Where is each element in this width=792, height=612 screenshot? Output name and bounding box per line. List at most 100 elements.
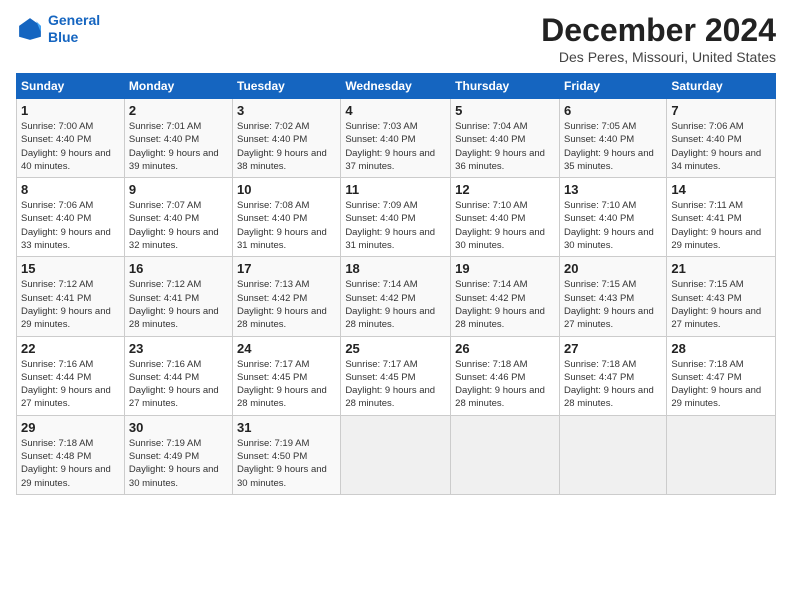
logo-line2: Blue — [48, 29, 78, 45]
logo: General Blue — [16, 12, 100, 46]
week-row-3: 15 Sunrise: 7:12 AMSunset: 4:41 PMDaylig… — [17, 257, 776, 336]
table-row: 11 Sunrise: 7:09 AMSunset: 4:40 PMDaylig… — [341, 178, 451, 257]
day-info: Sunrise: 7:09 AMSunset: 4:40 PMDaylight:… — [345, 200, 435, 251]
day-info: Sunrise: 7:17 AMSunset: 4:45 PMDaylight:… — [237, 359, 327, 410]
table-row: 10 Sunrise: 7:08 AMSunset: 4:40 PMDaylig… — [233, 178, 341, 257]
day-info: Sunrise: 7:15 AMSunset: 4:43 PMDaylight:… — [564, 279, 654, 330]
day-number: 8 — [21, 182, 120, 197]
table-row: 25 Sunrise: 7:17 AMSunset: 4:45 PMDaylig… — [341, 336, 451, 415]
logo-line1: General — [48, 12, 100, 28]
table-row: 23 Sunrise: 7:16 AMSunset: 4:44 PMDaylig… — [124, 336, 232, 415]
table-row: 17 Sunrise: 7:13 AMSunset: 4:42 PMDaylig… — [233, 257, 341, 336]
header: General Blue December 2024 Des Peres, Mi… — [16, 12, 776, 65]
table-row: 1 Sunrise: 7:00 AMSunset: 4:40 PMDayligh… — [17, 99, 125, 178]
day-number: 1 — [21, 103, 120, 118]
day-number: 15 — [21, 261, 120, 276]
day-number: 28 — [671, 341, 771, 356]
day-info: Sunrise: 7:16 AMSunset: 4:44 PMDaylight:… — [129, 359, 219, 410]
day-number: 23 — [129, 341, 228, 356]
col-saturday: Saturday — [667, 74, 776, 99]
day-info: Sunrise: 7:14 AMSunset: 4:42 PMDaylight:… — [455, 279, 545, 330]
day-number: 7 — [671, 103, 771, 118]
week-row-4: 22 Sunrise: 7:16 AMSunset: 4:44 PMDaylig… — [17, 336, 776, 415]
table-row: 4 Sunrise: 7:03 AMSunset: 4:40 PMDayligh… — [341, 99, 451, 178]
logo-icon — [16, 15, 44, 43]
day-info: Sunrise: 7:17 AMSunset: 4:45 PMDaylight:… — [345, 359, 435, 410]
day-number: 2 — [129, 103, 228, 118]
day-number: 27 — [564, 341, 662, 356]
table-row: 31 Sunrise: 7:19 AMSunset: 4:50 PMDaylig… — [233, 415, 341, 494]
table-row: 15 Sunrise: 7:12 AMSunset: 4:41 PMDaylig… — [17, 257, 125, 336]
table-row: 29 Sunrise: 7:18 AMSunset: 4:48 PMDaylig… — [17, 415, 125, 494]
week-row-2: 8 Sunrise: 7:06 AMSunset: 4:40 PMDayligh… — [17, 178, 776, 257]
day-number: 22 — [21, 341, 120, 356]
day-info: Sunrise: 7:19 AMSunset: 4:50 PMDaylight:… — [237, 438, 327, 489]
day-number: 25 — [345, 341, 446, 356]
col-thursday: Thursday — [451, 74, 560, 99]
week-row-5: 29 Sunrise: 7:18 AMSunset: 4:48 PMDaylig… — [17, 415, 776, 494]
subtitle: Des Peres, Missouri, United States — [541, 49, 776, 65]
page: General Blue December 2024 Des Peres, Mi… — [0, 0, 792, 612]
table-row: 13 Sunrise: 7:10 AMSunset: 4:40 PMDaylig… — [559, 178, 666, 257]
day-info: Sunrise: 7:16 AMSunset: 4:44 PMDaylight:… — [21, 359, 111, 410]
table-row: 22 Sunrise: 7:16 AMSunset: 4:44 PMDaylig… — [17, 336, 125, 415]
table-row — [451, 415, 560, 494]
day-info: Sunrise: 7:12 AMSunset: 4:41 PMDaylight:… — [21, 279, 111, 330]
day-number: 14 — [671, 182, 771, 197]
table-row — [667, 415, 776, 494]
table-row: 24 Sunrise: 7:17 AMSunset: 4:45 PMDaylig… — [233, 336, 341, 415]
calendar: Sunday Monday Tuesday Wednesday Thursday… — [16, 73, 776, 495]
table-row: 9 Sunrise: 7:07 AMSunset: 4:40 PMDayligh… — [124, 178, 232, 257]
table-row: 30 Sunrise: 7:19 AMSunset: 4:49 PMDaylig… — [124, 415, 232, 494]
day-number: 30 — [129, 420, 228, 435]
day-info: Sunrise: 7:10 AMSunset: 4:40 PMDaylight:… — [564, 200, 654, 251]
table-row — [559, 415, 666, 494]
table-row: 18 Sunrise: 7:14 AMSunset: 4:42 PMDaylig… — [341, 257, 451, 336]
table-row: 14 Sunrise: 7:11 AMSunset: 4:41 PMDaylig… — [667, 178, 776, 257]
day-info: Sunrise: 7:18 AMSunset: 4:47 PMDaylight:… — [671, 359, 761, 410]
title-block: December 2024 Des Peres, Missouri, Unite… — [541, 12, 776, 65]
table-row: 27 Sunrise: 7:18 AMSunset: 4:47 PMDaylig… — [559, 336, 666, 415]
table-row: 7 Sunrise: 7:06 AMSunset: 4:40 PMDayligh… — [667, 99, 776, 178]
col-friday: Friday — [559, 74, 666, 99]
day-number: 29 — [21, 420, 120, 435]
day-info: Sunrise: 7:06 AMSunset: 4:40 PMDaylight:… — [671, 121, 761, 172]
table-row: 5 Sunrise: 7:04 AMSunset: 4:40 PMDayligh… — [451, 99, 560, 178]
day-info: Sunrise: 7:03 AMSunset: 4:40 PMDaylight:… — [345, 121, 435, 172]
table-row: 28 Sunrise: 7:18 AMSunset: 4:47 PMDaylig… — [667, 336, 776, 415]
day-number: 13 — [564, 182, 662, 197]
day-number: 31 — [237, 420, 336, 435]
table-row: 12 Sunrise: 7:10 AMSunset: 4:40 PMDaylig… — [451, 178, 560, 257]
day-info: Sunrise: 7:19 AMSunset: 4:49 PMDaylight:… — [129, 438, 219, 489]
col-wednesday: Wednesday — [341, 74, 451, 99]
day-info: Sunrise: 7:12 AMSunset: 4:41 PMDaylight:… — [129, 279, 219, 330]
day-info: Sunrise: 7:14 AMSunset: 4:42 PMDaylight:… — [345, 279, 435, 330]
col-tuesday: Tuesday — [233, 74, 341, 99]
table-row: 20 Sunrise: 7:15 AMSunset: 4:43 PMDaylig… — [559, 257, 666, 336]
col-monday: Monday — [124, 74, 232, 99]
day-number: 21 — [671, 261, 771, 276]
day-info: Sunrise: 7:01 AMSunset: 4:40 PMDaylight:… — [129, 121, 219, 172]
main-title: December 2024 — [541, 12, 776, 49]
day-info: Sunrise: 7:08 AMSunset: 4:40 PMDaylight:… — [237, 200, 327, 251]
table-row: 26 Sunrise: 7:18 AMSunset: 4:46 PMDaylig… — [451, 336, 560, 415]
day-number: 6 — [564, 103, 662, 118]
table-row: 6 Sunrise: 7:05 AMSunset: 4:40 PMDayligh… — [559, 99, 666, 178]
col-sunday: Sunday — [17, 74, 125, 99]
day-number: 4 — [345, 103, 446, 118]
logo-text: General Blue — [48, 12, 100, 46]
day-info: Sunrise: 7:18 AMSunset: 4:47 PMDaylight:… — [564, 359, 654, 410]
day-info: Sunrise: 7:04 AMSunset: 4:40 PMDaylight:… — [455, 121, 545, 172]
day-number: 17 — [237, 261, 336, 276]
table-row: 8 Sunrise: 7:06 AMSunset: 4:40 PMDayligh… — [17, 178, 125, 257]
day-number: 12 — [455, 182, 555, 197]
day-info: Sunrise: 7:00 AMSunset: 4:40 PMDaylight:… — [21, 121, 111, 172]
day-info: Sunrise: 7:18 AMSunset: 4:48 PMDaylight:… — [21, 438, 111, 489]
day-info: Sunrise: 7:13 AMSunset: 4:42 PMDaylight:… — [237, 279, 327, 330]
table-row: 2 Sunrise: 7:01 AMSunset: 4:40 PMDayligh… — [124, 99, 232, 178]
day-info: Sunrise: 7:06 AMSunset: 4:40 PMDaylight:… — [21, 200, 111, 251]
table-row: 21 Sunrise: 7:15 AMSunset: 4:43 PMDaylig… — [667, 257, 776, 336]
day-info: Sunrise: 7:18 AMSunset: 4:46 PMDaylight:… — [455, 359, 545, 410]
table-row: 16 Sunrise: 7:12 AMSunset: 4:41 PMDaylig… — [124, 257, 232, 336]
day-info: Sunrise: 7:05 AMSunset: 4:40 PMDaylight:… — [564, 121, 654, 172]
